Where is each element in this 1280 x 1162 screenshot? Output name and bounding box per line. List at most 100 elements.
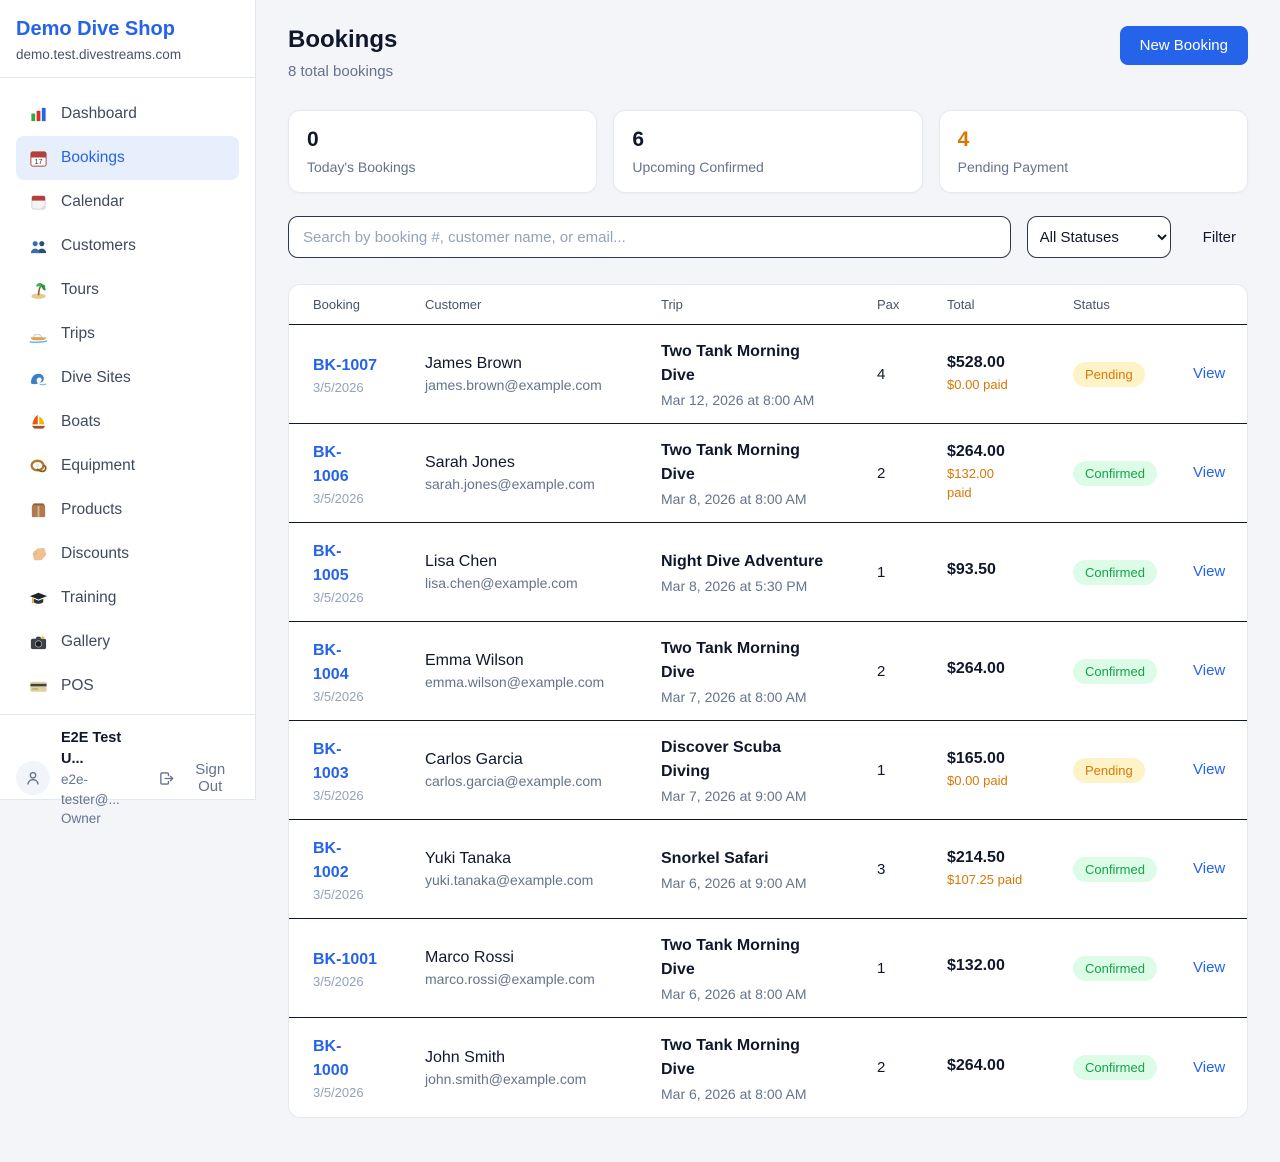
table-row: BK-1007 3/5/2026 James Brown james.brown@e… (289, 325, 1247, 424)
sign-out-button[interactable]: Sign Out (158, 761, 239, 795)
sidebar-item-products[interactable]: Products (16, 488, 239, 532)
stat-value: 4 (958, 128, 1229, 152)
booking-id: BK- (313, 639, 413, 663)
log-out-icon (158, 770, 175, 787)
trip-datetime: Mar 7, 2026 at 8:00 AM (661, 689, 865, 705)
sidebar-item-boats[interactable]: Boats (16, 400, 239, 444)
brand-name: Demo Dive Shop (16, 18, 239, 41)
status-badge: Confirmed (1073, 659, 1157, 684)
customer-name: Lisa Chen (425, 553, 649, 571)
stat-label: Upcoming Confirmed (632, 159, 903, 175)
column-header-booking: Booking (313, 297, 425, 312)
sidebar-item-label: Tours (61, 281, 99, 299)
sidebar-item-trips[interactable]: Trips (16, 312, 239, 356)
status-badge: Confirmed (1073, 956, 1157, 981)
customer-email: sarah.jones@example.com (425, 476, 649, 492)
pax-count: 1 (877, 960, 947, 977)
customer-email: yuki.tanaka@example.com (425, 872, 649, 888)
total-amount: $132.00 (947, 957, 1061, 975)
sidebar-item-equipment[interactable]: Equipment (16, 444, 239, 488)
trip-name-line: Diving (661, 760, 865, 784)
trip-name-line: Discover Scuba (661, 736, 865, 760)
view-link[interactable]: View (1193, 365, 1225, 382)
user-name: E2E Test U... (61, 728, 147, 770)
view-link[interactable]: View (1193, 662, 1225, 679)
status-badge: Confirmed (1073, 560, 1157, 585)
status-badge: Confirmed (1073, 461, 1157, 486)
total-amount: $165.00 (947, 750, 1061, 768)
paid-line: $132.00 (947, 465, 1061, 484)
booking-id-link[interactable]: BK-1007 (313, 354, 413, 378)
booking-id-line2: 1002 (313, 861, 413, 885)
sidebar-item-label: Products (61, 501, 122, 519)
user-role: Owner (61, 809, 147, 829)
booking-date: 3/5/2026 (313, 887, 413, 902)
sidebar-item-training[interactable]: Training (16, 576, 239, 620)
pax-count: 2 (877, 663, 947, 680)
view-link[interactable]: View (1193, 563, 1225, 580)
booking-id-link[interactable]: BK-1004 (313, 639, 413, 687)
trip-name-line: Two Tank Morning (661, 340, 865, 364)
user-section: E2E Test U... e2e-tester@... Owner Sign … (0, 714, 255, 842)
sidebar-item-dive-sites[interactable]: Dive Sites (16, 356, 239, 400)
view-link[interactable]: View (1193, 959, 1225, 976)
status-select[interactable]: All Statuses (1027, 216, 1171, 258)
trip-name: Discover ScubaDiving (661, 736, 865, 784)
pax-count: 1 (877, 564, 947, 581)
customer-name: James Brown (425, 355, 649, 373)
sidebar-item-pos[interactable]: POS (16, 664, 239, 708)
sidebar-item-calendar[interactable]: Calendar (16, 180, 239, 224)
people-icon (28, 236, 48, 256)
brand-domain: demo.test.divestreams.com (16, 47, 239, 62)
sidebar-item-gallery[interactable]: Gallery (16, 620, 239, 664)
booking-id-link[interactable]: BK-1006 (313, 441, 413, 489)
table-row: BK-10033/5/2026 Carlos Garciacarlos.garc… (289, 721, 1247, 820)
view-link[interactable]: View (1193, 860, 1225, 877)
page-title: Bookings (288, 26, 397, 54)
booking-id-link[interactable]: BK-1005 (313, 540, 413, 588)
page-subtitle: 8 total bookings (288, 63, 397, 80)
filter-button[interactable]: Filter (1191, 221, 1248, 254)
booking-date: 3/5/2026 (313, 380, 413, 395)
booking-id-link[interactable]: BK-1000 (313, 1035, 413, 1083)
sidebar-item-dashboard[interactable]: Dashboard (16, 92, 239, 136)
main-content: Bookings 8 total bookings New Booking 0 … (256, 0, 1280, 1150)
table-row: BK-10053/5/2026 Lisa Chenlisa.chen@examp… (289, 523, 1247, 622)
sidebar-item-discounts[interactable]: Discounts (16, 532, 239, 576)
sidebar-item-label: Boats (61, 413, 101, 431)
sidebar-item-bookings[interactable]: 17 Bookings (16, 136, 239, 180)
status-badge: Pending (1073, 362, 1145, 387)
customer-name: Yuki Tanaka (425, 850, 649, 868)
sidebar-item-tours[interactable]: Tours (16, 268, 239, 312)
booking-id: BK-1007 (313, 354, 413, 378)
total-amount: $264.00 (947, 660, 1061, 678)
search-input[interactable] (288, 216, 1011, 258)
tag-icon (28, 544, 48, 564)
sidebar-nav: Dashboard 17 Bookings Calendar Customers… (0, 78, 255, 714)
sidebar-item-customers[interactable]: Customers (16, 224, 239, 268)
booking-id-link[interactable]: BK-1002 (313, 837, 413, 885)
view-link[interactable]: View (1193, 464, 1225, 481)
trip-name-line: Snorkel Safari (661, 847, 865, 871)
booking-id-link[interactable]: BK-1001 (313, 948, 413, 972)
view-link[interactable]: View (1193, 1059, 1225, 1076)
booking-id-link[interactable]: BK-1003 (313, 738, 413, 786)
trip-name-line: Dive (661, 463, 865, 487)
trip-name: Two Tank MorningDive (661, 1034, 865, 1082)
credit-card-icon (28, 676, 48, 696)
table-header-row: Booking Customer Trip Pax Total Status (289, 285, 1247, 325)
booking-id: BK- (313, 441, 413, 465)
sidebar-item-label: Trips (61, 325, 95, 343)
avatar (16, 761, 50, 795)
package-icon (28, 500, 48, 520)
view-link[interactable]: View (1193, 761, 1225, 778)
column-header-trip: Trip (661, 297, 877, 312)
trip-name: Night Dive Adventure (661, 550, 865, 574)
total-amount: $528.00 (947, 354, 1061, 372)
trip-datetime: Mar 6, 2026 at 8:00 AM (661, 986, 865, 1002)
total-amount: $214.50 (947, 849, 1061, 867)
customer-email: james.brown@example.com (425, 377, 649, 393)
new-booking-button[interactable]: New Booking (1120, 26, 1248, 65)
page-header: Bookings 8 total bookings New Booking (288, 26, 1248, 80)
trip-name-line: Night Dive Adventure (661, 550, 865, 574)
